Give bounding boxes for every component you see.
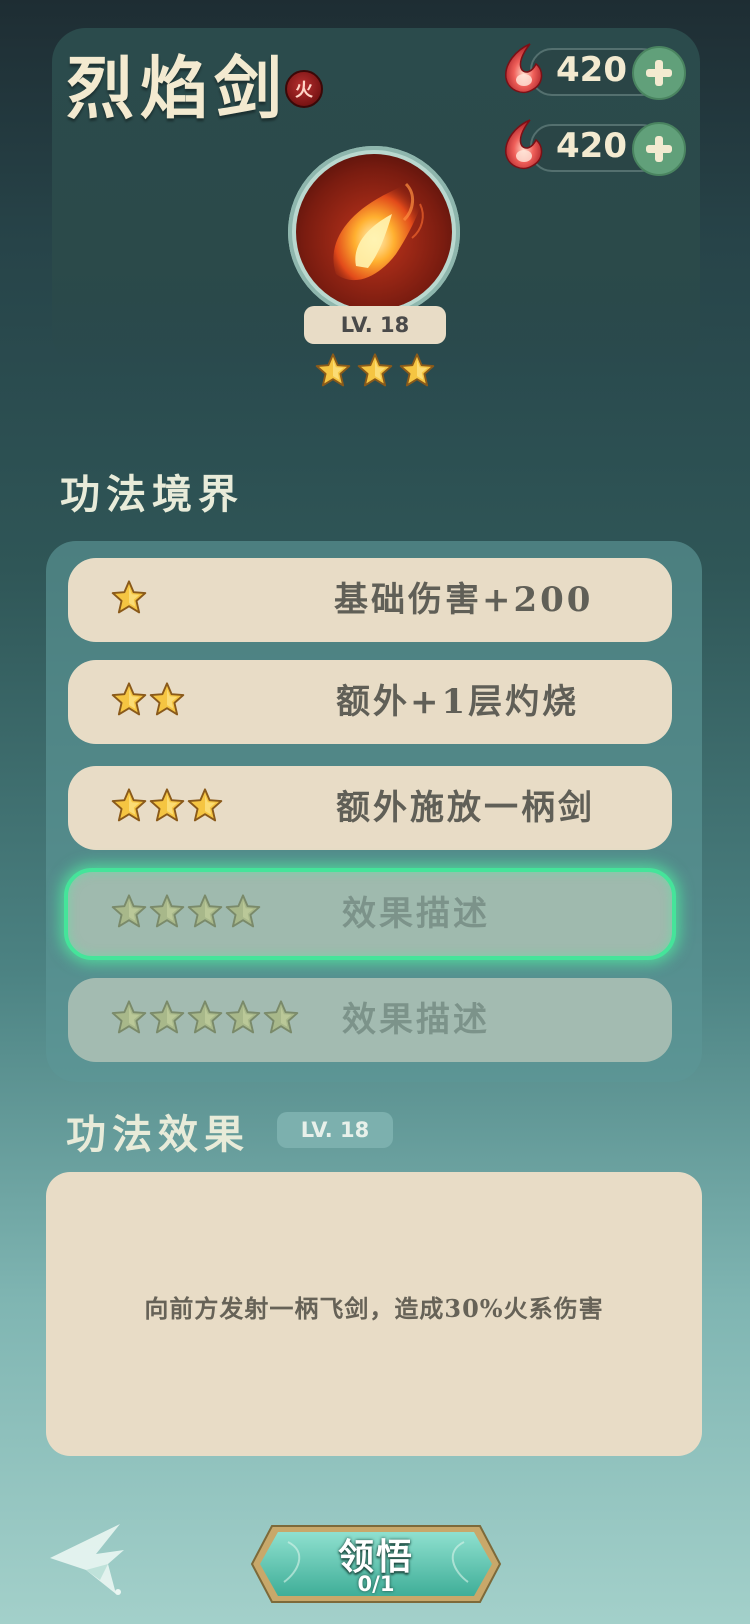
star-icon (111, 682, 147, 716)
star-icon (111, 894, 147, 928)
realm-effect-text: 额外施放一柄剑 (336, 788, 595, 828)
skill-level-badge: LV. 18 (304, 306, 446, 344)
currency-row-1: 420 (500, 43, 686, 100)
effect-section-title: 功法效果 (66, 1111, 250, 1158)
star-icon (149, 894, 185, 928)
star-icon (149, 788, 185, 822)
back-arrow-icon[interactable] (46, 1520, 128, 1602)
realm-row-2[interactable]: 额外+1层灼烧 (68, 660, 672, 744)
add-currency-button[interactable] (632, 46, 686, 100)
star-icon (357, 353, 393, 387)
star-icon (263, 1000, 299, 1034)
fire-element-badge: 火 (285, 70, 323, 108)
skill-name: 烈焰剑 (66, 49, 289, 129)
star-icon (187, 788, 223, 822)
currency-value: 420 (556, 50, 627, 90)
realm-effect-text: 效果描述 (342, 1000, 490, 1040)
row-star-rating (110, 893, 262, 935)
star-icon (111, 788, 147, 822)
realm-row-1[interactable]: 基础伤害+200 (68, 558, 672, 642)
add-currency-button[interactable] (632, 122, 686, 176)
skill-star-rating (314, 352, 438, 392)
row-star-rating (110, 579, 148, 621)
realm-row-4-selected[interactable]: 效果描述 (64, 868, 676, 960)
currency-value: 420 (556, 126, 627, 166)
row-star-rating (110, 787, 224, 829)
realm-effect-text: 基础伤害+200 (334, 580, 594, 620)
star-icon (149, 1000, 185, 1034)
skill-icon-frame[interactable] (288, 146, 460, 318)
realm-section-title: 功法境界 (60, 471, 244, 518)
star-icon (225, 1000, 261, 1034)
realm-row-5[interactable]: 效果描述 (68, 978, 672, 1062)
effect-description: 向前方发射一柄飞剑，造成30%火系伤害 (144, 1294, 604, 1323)
star-icon (111, 1000, 147, 1034)
effect-level-badge: LV. 18 (277, 1112, 393, 1148)
currency-row-2: 420 (500, 119, 686, 176)
star-icon (149, 682, 185, 716)
star-icon (111, 580, 147, 614)
star-icon (315, 353, 351, 387)
red-flame-icon (505, 119, 543, 170)
comprehend-button[interactable]: 领悟 0/1 (248, 1522, 504, 1606)
star-icon (187, 894, 223, 928)
star-icon (225, 894, 261, 928)
comprehend-count: 0/1 (357, 1572, 395, 1596)
effect-description-box: 向前方发射一柄飞剑，造成30%火系伤害 (46, 1172, 702, 1456)
realm-effect-text: 效果描述 (342, 894, 490, 934)
star-icon (399, 353, 435, 387)
flame-sword-icon (296, 154, 452, 310)
row-star-rating (110, 999, 300, 1041)
red-flame-icon (505, 43, 543, 94)
realm-effect-text: 额外+1层灼烧 (336, 682, 580, 722)
row-star-rating (110, 681, 186, 723)
star-icon (187, 1000, 223, 1034)
realm-row-3[interactable]: 额外施放一柄剑 (68, 766, 672, 850)
